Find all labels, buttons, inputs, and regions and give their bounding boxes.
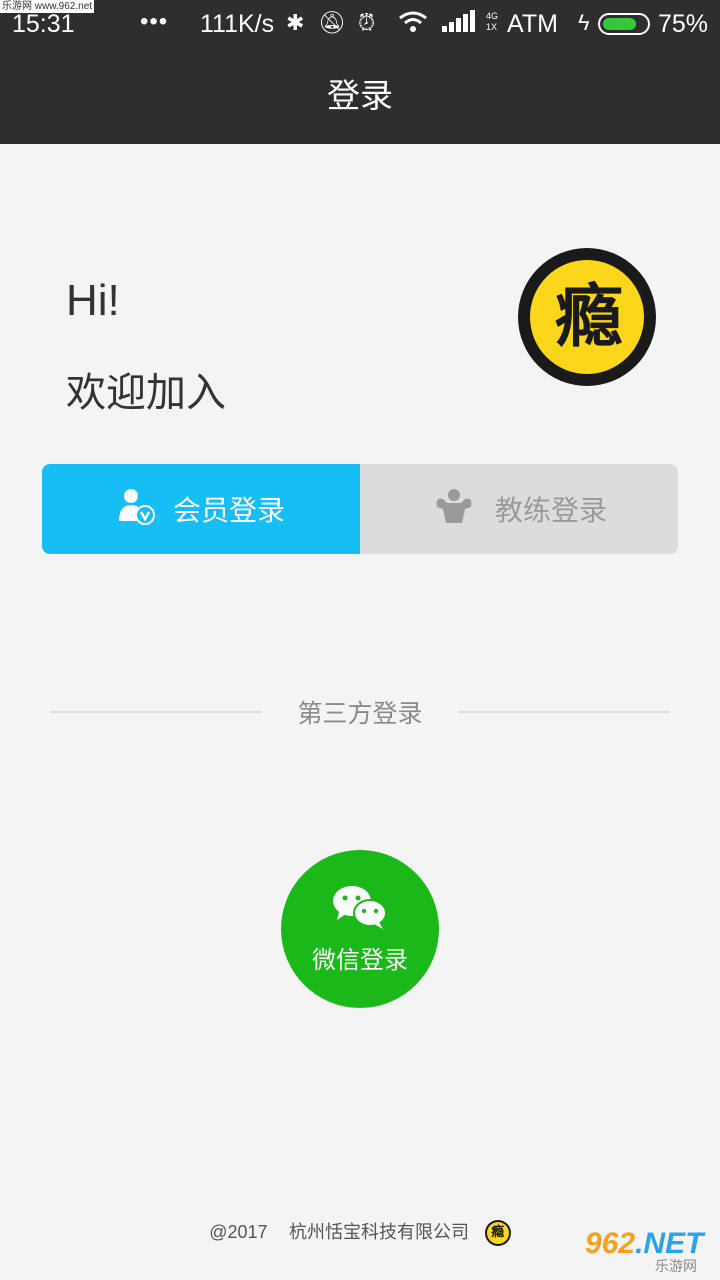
app-logo: 瘾 (518, 248, 656, 386)
carrier-name: ATM (507, 10, 558, 38)
watermark-brand-number: 962 (585, 1227, 636, 1260)
network-type: 4G 1X (486, 11, 498, 33)
network-type-top: 4G (486, 11, 499, 21)
tab-coach-login[interactable]: 教练登录 (360, 464, 678, 554)
footer-logo-icon: 瘾 (484, 1220, 511, 1246)
network-type-bottom: 1X (486, 22, 498, 32)
footer-logo-glyph: 瘾 (486, 1222, 509, 1244)
status-time: 15:31 (12, 10, 75, 38)
charging-icon: ϟ (578, 10, 590, 35)
login-type-tabs: 会员登录 教练登录 (42, 464, 678, 554)
watermark-top: 乐游网 www.962.net (0, 0, 95, 13)
watermark-brand: 962.NET 乐游网 (585, 1228, 715, 1276)
greeting-hi: Hi! (66, 276, 120, 325)
network-speed: 111K/s (200, 10, 275, 38)
signal-icon (442, 10, 482, 40)
divider-right (458, 711, 670, 713)
member-v-icon (117, 487, 155, 532)
footer-copyright: @2017 (209, 1222, 268, 1242)
battery-fill (603, 18, 636, 30)
watermark-brand-sub: 乐游网 (655, 1258, 697, 1274)
notification-dots: ••• (140, 8, 169, 35)
tab-member-label: 会员登录 (172, 494, 285, 527)
page-title: 登录 (327, 76, 393, 115)
wechat-icon (331, 884, 389, 930)
app-logo-inner: 瘾 (528, 258, 646, 376)
bluetooth-icon: ✱ (286, 10, 305, 35)
tab-member-login[interactable]: 会员登录 (42, 464, 360, 554)
wifi-icon (398, 10, 428, 40)
tab-coach-label: 教练登录 (494, 494, 607, 527)
coach-muscle-icon (431, 487, 477, 532)
greeting-welcome: 欢迎加入 (66, 370, 226, 416)
alarm-icon: ⏰︎ (358, 10, 376, 35)
top-bar: 15:31 ••• 111K/s ✱ 🔕︎ ⏰︎ 4G 1X ATM ϟ 75%… (0, 0, 720, 144)
divider-left (50, 711, 262, 713)
wechat-login-button[interactable]: 微信登录 (281, 850, 439, 1008)
wechat-login-label: 微信登录 (312, 946, 408, 974)
battery-percent: 75% (658, 10, 709, 38)
app-logo-glyph: 瘾 (554, 278, 623, 357)
battery-icon (598, 13, 650, 35)
status-bar: 15:31 ••• 111K/s ✱ 🔕︎ ⏰︎ 4G 1X ATM ϟ 75% (0, 0, 720, 50)
mute-icon: 🔕︎ (318, 10, 346, 35)
third-party-label: 第三方登录 (297, 699, 423, 728)
footer-company: 杭州恬宝科技有限公司 (289, 1222, 470, 1243)
